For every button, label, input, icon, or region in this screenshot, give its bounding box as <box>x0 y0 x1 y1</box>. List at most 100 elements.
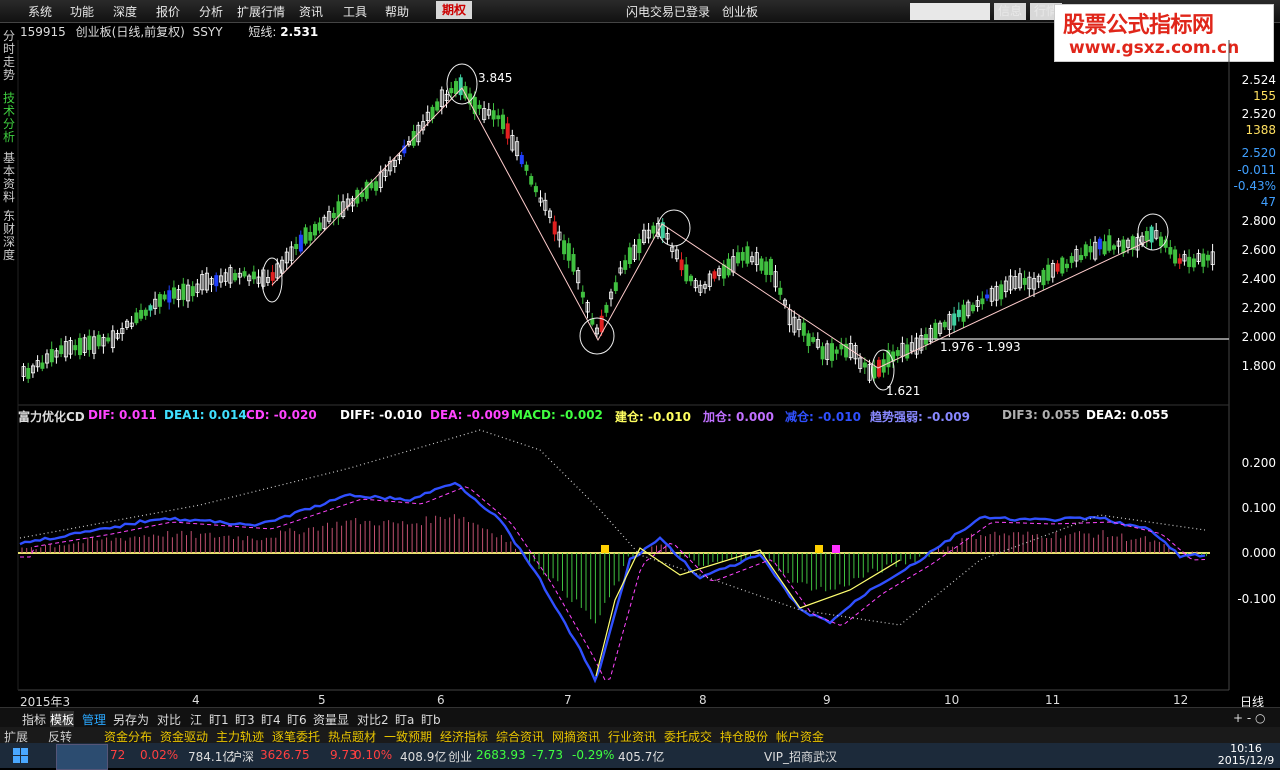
candle <box>317 222 322 231</box>
candle <box>980 298 985 305</box>
candle <box>566 243 571 261</box>
candle <box>26 367 31 379</box>
candle <box>449 88 454 94</box>
candle <box>801 322 806 336</box>
candle <box>745 246 750 264</box>
candle <box>952 313 957 326</box>
candle <box>820 346 825 360</box>
ind-dea: DEA: -0.009 <box>430 408 510 422</box>
candle <box>242 271 247 277</box>
tk-10: 2683.93 <box>476 748 526 762</box>
candle <box>59 345 64 355</box>
candle <box>167 290 172 303</box>
candle <box>529 176 534 185</box>
x-label-dec: 12 <box>1173 693 1189 707</box>
ind-macd: MACD: -0.002 <box>511 408 603 422</box>
candle <box>524 164 529 171</box>
candle <box>458 77 463 96</box>
candle <box>956 309 961 318</box>
candle <box>689 275 694 282</box>
candle <box>1168 247 1173 255</box>
macd-long-line <box>19 429 1206 626</box>
candle <box>496 115 501 120</box>
tb-zoom[interactable]: + - ○ <box>1233 711 1265 725</box>
axis-top-6: -0.43% <box>1233 179 1276 193</box>
candle <box>500 114 505 130</box>
macd-tick-2: 0.000 <box>1241 546 1276 560</box>
tb-ding6[interactable]: 盯6 <box>287 711 307 728</box>
macd-tick-3: -0.100 <box>1237 592 1276 606</box>
tb-ding1[interactable]: 盯1 <box>209 711 229 728</box>
candle <box>491 110 496 120</box>
tb-volume[interactable]: 资量显 <box>313 711 349 728</box>
candle <box>562 240 567 255</box>
candle <box>985 294 990 299</box>
tb-ding3[interactable]: 盯3 <box>235 711 255 728</box>
clock-date: 2015/12/9 <box>1217 754 1275 767</box>
tb-dinga[interactable]: 盯a <box>395 711 414 728</box>
ind-dif3: DIF3: 0.055 <box>1002 408 1080 422</box>
system-clock[interactable]: 10:16 2015/12/9 <box>1216 743 1276 767</box>
candle <box>139 309 144 319</box>
candle <box>834 349 839 354</box>
candle <box>759 258 764 271</box>
candle <box>134 312 139 324</box>
candle <box>999 284 1004 300</box>
axis-top-4: 2.520 <box>1241 146 1276 160</box>
candle <box>684 264 689 282</box>
tb-compare[interactable]: 对比 <box>157 711 181 728</box>
candle <box>73 345 78 351</box>
candle <box>148 305 153 311</box>
tb-dingb[interactable]: 盯b <box>421 711 441 728</box>
candle <box>143 309 148 316</box>
candle <box>157 294 162 307</box>
candle <box>1041 269 1046 286</box>
app-taskbar-icon[interactable] <box>56 744 108 770</box>
tb-compare2[interactable]: 对比2 <box>357 711 389 728</box>
candle <box>768 258 773 276</box>
candle <box>933 322 938 339</box>
tk-14: VIP_招商武汉 <box>764 750 837 764</box>
ind-jiacang: 加仓: 0.000 <box>703 410 774 424</box>
candle <box>736 252 741 264</box>
windows-start-icon[interactable] <box>4 744 38 768</box>
axis-top-1: 155 <box>1253 89 1276 103</box>
price-tick-3: 2.200 <box>1241 301 1276 315</box>
candle <box>971 304 976 312</box>
price-tick-0: 2.800 <box>1241 214 1276 228</box>
tb-manage[interactable]: 管理 <box>82 711 106 728</box>
candle <box>571 254 576 272</box>
tb-template[interactable]: 模板 <box>50 711 75 728</box>
candle <box>942 321 947 328</box>
candle <box>552 221 557 235</box>
candle <box>839 344 844 350</box>
candle <box>233 273 238 281</box>
candle <box>270 272 275 281</box>
candle <box>1079 255 1084 261</box>
axis-top-7: 47 <box>1260 195 1276 209</box>
tk-13: 405.7亿 <box>618 750 665 764</box>
tb-indicator[interactable]: 指标 <box>22 711 46 728</box>
tk-6: 9.73 <box>330 748 357 762</box>
tb-ding4[interactable]: 盯4 <box>261 711 281 728</box>
ind-diff: DIFF: -0.010 <box>340 408 423 422</box>
peak-label: 3.845 <box>478 71 512 85</box>
kline-chart[interactable]: 3.845 1.621 1.976 - 1.993 <box>0 0 1280 768</box>
candle <box>627 247 632 265</box>
candle <box>811 337 816 342</box>
candle <box>331 212 336 218</box>
x-label-may: 5 <box>318 693 326 707</box>
tb-jiang[interactable]: 江 <box>190 711 202 728</box>
candle <box>477 104 482 109</box>
candle <box>651 225 656 234</box>
candle <box>308 231 313 241</box>
candle <box>303 227 308 244</box>
tk-1: 72 <box>110 748 126 762</box>
candle <box>1173 249 1178 264</box>
signal-marker <box>815 545 823 553</box>
price-tick-5: 1.800 <box>1241 359 1276 373</box>
ind-dea1: DEA1: 0.014 <box>164 408 247 422</box>
axis-top-3: 1388 <box>1245 123 1276 137</box>
tb-saveas[interactable]: 另存为 <box>113 711 149 728</box>
right-axis: 2.524 155 2.520 1388 2.520 -0.011 -0.43%… <box>1229 0 1280 700</box>
